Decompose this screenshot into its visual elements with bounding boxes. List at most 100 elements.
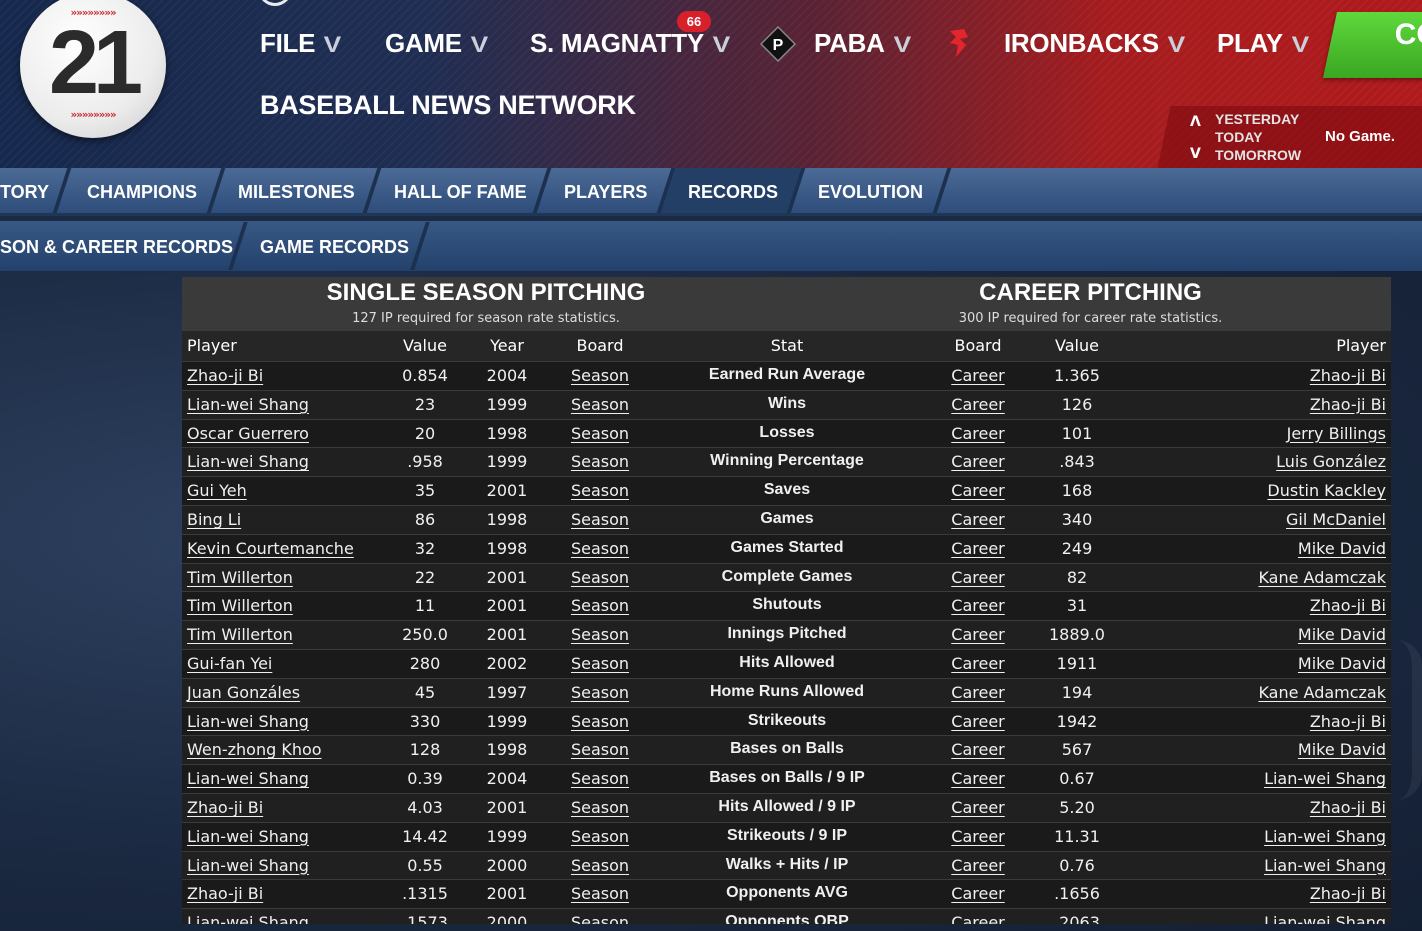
season-board-link[interactable]: Season xyxy=(550,654,650,673)
menu-team[interactable]: IRONBACKS V xyxy=(1004,26,1185,60)
season-board-link[interactable]: Season xyxy=(550,827,650,846)
career-player-link[interactable]: Zhao-ji Bi xyxy=(1310,366,1386,385)
up-arrow-icon[interactable]: Λ xyxy=(1190,114,1201,130)
continue-button[interactable]: CO xyxy=(1322,12,1422,78)
col-value[interactable]: Value xyxy=(380,336,470,355)
season-player-link[interactable]: Lian-wei Shang xyxy=(187,856,309,875)
career-player-link[interactable]: Lian-wei Shang xyxy=(1264,913,1386,924)
tab-records[interactable]: RECORDS xyxy=(688,182,778,203)
season-player-link[interactable]: Lian-wei Shang xyxy=(187,769,309,788)
col-career-board[interactable]: Board xyxy=(928,336,1028,355)
season-player-link[interactable]: Lian-wei Shang xyxy=(187,913,309,924)
season-board-link[interactable]: Season xyxy=(550,798,650,817)
down-arrow-icon[interactable]: V xyxy=(1190,146,1201,162)
season-board-link[interactable]: Season xyxy=(550,856,650,875)
season-board-link[interactable]: Season xyxy=(550,452,650,471)
season-player-link[interactable]: Wen-zhong Khoo xyxy=(187,740,322,759)
career-board-link[interactable]: Career xyxy=(928,625,1028,644)
career-board-link[interactable]: Career xyxy=(928,827,1028,846)
career-board-link[interactable]: Career xyxy=(928,596,1028,615)
career-board-link[interactable]: Career xyxy=(928,539,1028,558)
season-board-link[interactable]: Season xyxy=(550,913,650,924)
notification-badge[interactable]: 66 xyxy=(677,11,711,32)
career-player-link[interactable]: Lian-wei Shang xyxy=(1264,856,1386,875)
career-board-link[interactable]: Career xyxy=(928,856,1028,875)
career-board-link[interactable]: Career xyxy=(928,452,1028,471)
season-board-link[interactable]: Season xyxy=(550,884,650,903)
season-player-link[interactable]: Gui-fan Yei xyxy=(187,654,272,673)
season-board-link[interactable]: Season xyxy=(550,769,650,788)
col-player[interactable]: Player xyxy=(187,336,237,355)
career-player-link[interactable]: Kane Adamczak xyxy=(1258,683,1386,702)
career-player-link[interactable]: Mike David xyxy=(1298,625,1386,644)
season-board-link[interactable]: Season xyxy=(550,366,650,385)
col-career-player[interactable]: Player xyxy=(1336,336,1386,355)
col-board[interactable]: Board xyxy=(550,336,650,355)
career-player-link[interactable]: Lian-wei Shang xyxy=(1264,827,1386,846)
season-player-link[interactable]: Zhao-ji Bi xyxy=(187,366,263,385)
season-player-link[interactable]: Oscar Guerrero xyxy=(187,424,309,443)
season-board-link[interactable]: Season xyxy=(550,510,650,529)
career-player-link[interactable]: Dustin Kackley xyxy=(1267,481,1386,500)
tab-history[interactable]: TORY xyxy=(0,182,49,203)
season-board-link[interactable]: Season xyxy=(550,424,650,443)
career-player-link[interactable]: Lian-wei Shang xyxy=(1264,769,1386,788)
menu-file[interactable]: FILE V xyxy=(260,26,341,60)
tab-evolution[interactable]: EVOLUTION xyxy=(818,182,923,203)
career-player-link[interactable]: Luis González xyxy=(1276,452,1386,471)
season-board-link[interactable]: Season xyxy=(550,740,650,759)
season-board-link[interactable]: Season xyxy=(550,568,650,587)
career-board-link[interactable]: Career xyxy=(928,654,1028,673)
season-player-link[interactable]: Lian-wei Shang xyxy=(187,395,309,414)
season-board-link[interactable]: Season xyxy=(550,539,650,558)
career-player-link[interactable]: Jerry Billings xyxy=(1287,424,1386,443)
col-year[interactable]: Year xyxy=(480,336,534,355)
career-board-link[interactable]: Career xyxy=(928,568,1028,587)
menu-play[interactable]: PLAY V xyxy=(1217,26,1309,60)
career-player-link[interactable]: Gil McDaniel xyxy=(1286,510,1386,529)
tab-game-records[interactable]: GAME RECORDS xyxy=(260,237,409,258)
career-player-link[interactable]: Zhao-ji Bi xyxy=(1310,712,1386,731)
season-player-link[interactable]: Lian-wei Shang xyxy=(187,827,309,846)
day-tomorrow[interactable]: TOMORROW xyxy=(1215,147,1301,163)
tab-players[interactable]: PLAYERS xyxy=(564,182,647,203)
season-board-link[interactable]: Season xyxy=(550,625,650,644)
season-player-link[interactable]: Zhao-ji Bi xyxy=(187,798,263,817)
menu-game[interactable]: GAME V xyxy=(385,26,488,60)
career-player-link[interactable]: Mike David xyxy=(1298,654,1386,673)
career-board-link[interactable]: Career xyxy=(928,712,1028,731)
season-board-link[interactable]: Season xyxy=(550,683,650,702)
career-board-link[interactable]: Career xyxy=(928,769,1028,788)
career-player-link[interactable]: Zhao-ji Bi xyxy=(1310,596,1386,615)
career-board-link[interactable]: Career xyxy=(928,913,1028,924)
career-board-link[interactable]: Career xyxy=(928,366,1028,385)
tab-season-career-records[interactable]: SON & CAREER RECORDS xyxy=(0,237,233,258)
menu-league[interactable]: PABA V xyxy=(814,26,911,60)
ootp-21-logo[interactable]: »»»»»»»» 21 »»»»»»»» xyxy=(20,0,166,138)
season-player-link[interactable]: Juan Gonzáles xyxy=(187,683,300,702)
career-player-link[interactable]: Mike David xyxy=(1298,539,1386,558)
career-player-link[interactable]: Zhao-ji Bi xyxy=(1310,798,1386,817)
day-yesterday[interactable]: YESTERDAY xyxy=(1215,111,1299,127)
season-board-link[interactable]: Season xyxy=(550,395,650,414)
season-board-link[interactable]: Season xyxy=(550,481,650,500)
season-player-link[interactable]: Bing Li xyxy=(187,510,241,529)
career-board-link[interactable]: Career xyxy=(928,798,1028,817)
col-career-value[interactable]: Value xyxy=(1032,336,1122,355)
career-board-link[interactable]: Career xyxy=(928,481,1028,500)
day-today[interactable]: TODAY xyxy=(1215,129,1262,145)
season-board-link[interactable]: Season xyxy=(550,712,650,731)
season-player-link[interactable]: Tim Willerton xyxy=(187,596,293,615)
col-stat[interactable]: Stat xyxy=(662,336,912,355)
season-player-link[interactable]: Gui Yeh xyxy=(187,481,247,500)
career-board-link[interactable]: Career xyxy=(928,395,1028,414)
season-player-link[interactable]: Tim Willerton xyxy=(187,625,293,644)
career-board-link[interactable]: Career xyxy=(928,740,1028,759)
tab-hall-of-fame[interactable]: HALL OF FAME xyxy=(394,182,527,203)
season-player-link[interactable]: Lian-wei Shang xyxy=(187,452,309,471)
career-board-link[interactable]: Career xyxy=(928,683,1028,702)
tab-champions[interactable]: CHAMPIONS xyxy=(87,182,197,203)
career-board-link[interactable]: Career xyxy=(928,424,1028,443)
career-player-link[interactable]: Mike David xyxy=(1298,740,1386,759)
season-player-link[interactable]: Zhao-ji Bi xyxy=(187,884,263,903)
